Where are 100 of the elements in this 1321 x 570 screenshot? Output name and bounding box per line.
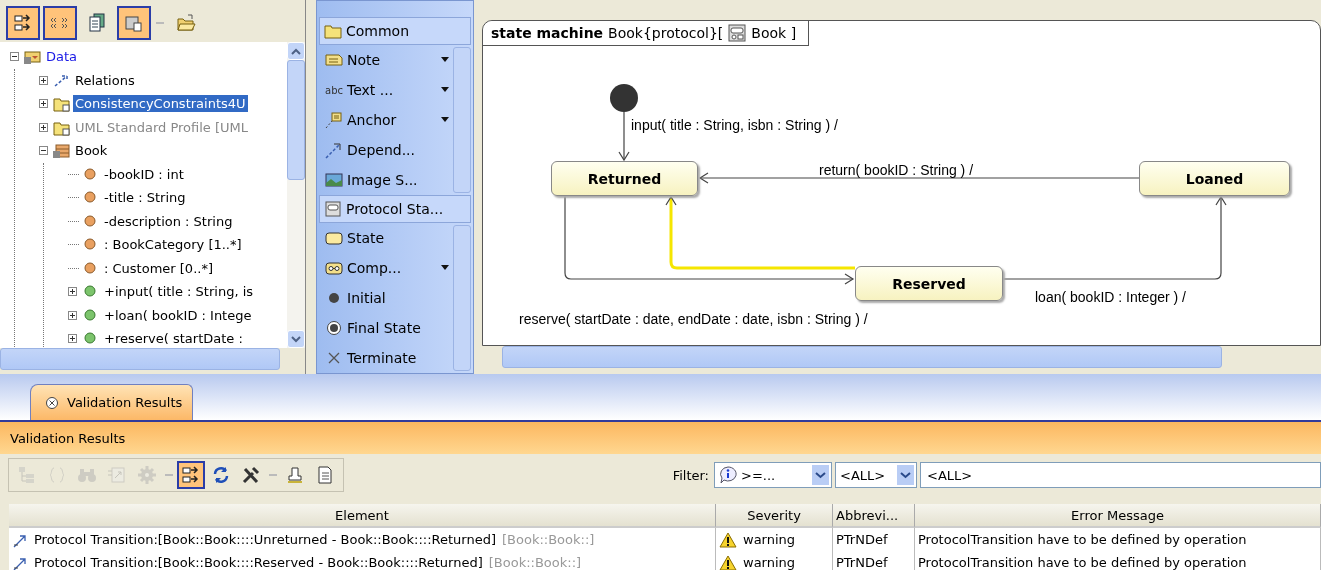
column-header[interactable]: Error Message <box>915 504 1321 528</box>
final-state-icon <box>325 319 343 337</box>
expand-icon[interactable] <box>39 75 48 85</box>
panel-header: Validation Results <box>0 422 1321 454</box>
table-cell: ProtocolTransition have to be defined by operation <box>915 528 1321 551</box>
state-node: Loaned <box>1139 161 1290 196</box>
initial-state <box>610 84 638 112</box>
severity-text: warning <box>743 555 796 570</box>
split-arrows-icon <box>181 465 201 485</box>
filter-field[interactable]: <ALL> <box>920 462 1321 488</box>
class-icon <box>53 142 70 160</box>
tree-item[interactable]: +input( title : String, is <box>102 283 256 301</box>
folder-icon <box>324 22 342 40</box>
expand-icon[interactable] <box>39 99 48 109</box>
scrollbar[interactable] <box>0 348 280 370</box>
dropdown[interactable]: >=... <box>714 462 832 488</box>
palette-item[interactable]: Initial <box>319 283 453 313</box>
state-machine-icon <box>728 24 747 42</box>
scrollbar[interactable] <box>502 346 1222 368</box>
warning-icon <box>719 531 737 548</box>
transition-label: return( bookID : String ) / <box>819 162 974 178</box>
tree-item[interactable]: -title : String <box>102 189 188 207</box>
guillemet-button[interactable] <box>43 6 77 40</box>
package-icon <box>124 13 144 33</box>
tools-icon <box>241 465 261 485</box>
table-cell: ProtocolTransition have to be defined by operation <box>915 551 1321 570</box>
scrollbar[interactable] <box>453 225 471 371</box>
scroll-thumb[interactable] <box>287 60 305 180</box>
image-icon <box>325 171 343 189</box>
element-text: Protocol Transition:[Book::Book::::Unreturned - Book::Book::::Returned] <box>34 532 496 547</box>
palette-item[interactable]: State <box>319 223 453 253</box>
scrollbar[interactable] <box>287 42 305 348</box>
transition-label: reserve( startDate : date, endDate : date, isbn : String ) / <box>519 311 868 327</box>
panel-tab[interactable]: Validation Results <box>30 384 194 420</box>
tree-item[interactable]: +loan( bookID : Intege <box>102 306 254 324</box>
folder-open-icon <box>176 13 196 33</box>
document-icon <box>315 465 335 485</box>
tree-item[interactable]: Data <box>44 48 80 66</box>
palette-item[interactable]: Image S... <box>319 165 453 195</box>
palette-group[interactable]: Protocol Sta... <box>319 195 471 223</box>
refresh-icon <box>211 465 231 485</box>
table-cell: PTrNDef <box>833 528 915 551</box>
gear-icon <box>137 465 157 485</box>
filter-label: Filter: <box>672 467 709 483</box>
anchor-icon <box>325 111 343 129</box>
tree-item[interactable]: : BookCategory [1..*] <box>102 236 244 254</box>
tree-item[interactable]: : Customer [0..*] <box>102 259 215 277</box>
hierarchy-icon <box>17 465 37 485</box>
attribute-dot-icon <box>82 165 99 183</box>
tree-item[interactable]: -bookID : int <box>102 165 186 183</box>
palette-item[interactable]: Depend... <box>319 135 453 165</box>
frame-context: Book ] <box>751 25 797 41</box>
attribute-dot-icon <box>82 259 99 277</box>
tree-item[interactable]: Relations <box>73 71 137 89</box>
state-node: Reserved <box>855 266 1003 301</box>
package-button[interactable] <box>117 6 151 40</box>
scroll-down-icon[interactable] <box>287 330 305 348</box>
table-cell: PTrNDef <box>833 551 915 570</box>
folder-icon <box>53 95 70 113</box>
state-node: Returned <box>551 161 698 196</box>
column-header[interactable]: Severity <box>716 504 833 528</box>
split-arrows-button[interactable] <box>6 6 40 40</box>
palette-item[interactable]: Anchor <box>319 105 453 135</box>
palette-item[interactable]: Terminate <box>319 343 453 373</box>
operation-dot-icon <box>82 306 99 324</box>
expand-icon[interactable] <box>68 334 77 344</box>
transition-label: loan( bookID : Integer ) / <box>1035 289 1186 305</box>
model-icon <box>24 48 41 66</box>
collapse-icon[interactable] <box>39 146 48 156</box>
tree-item[interactable]: Book <box>73 142 110 160</box>
expand-icon[interactable] <box>39 122 48 132</box>
scroll-up-icon[interactable] <box>287 42 305 60</box>
scrollbar[interactable] <box>453 47 471 193</box>
dependency-arrow-icon <box>325 141 343 159</box>
column-header[interactable]: Abbrevi... <box>833 504 915 528</box>
tree-item[interactable]: UML Standard Profile [UML <box>73 118 250 136</box>
palette-item[interactable]: Comp... <box>319 253 453 283</box>
expand-icon[interactable] <box>68 287 77 297</box>
frame-title: Book{protocol}[ <box>608 25 724 41</box>
palette-item[interactable]: abc Text ... <box>319 75 453 105</box>
tree-item[interactable]: +reserve( startDate : <box>102 330 245 348</box>
note-icon <box>325 51 343 69</box>
info-icon <box>719 466 737 484</box>
column-header[interactable]: Element <box>9 504 716 528</box>
owner-text: [Book::Book::] <box>488 555 582 570</box>
palette-group[interactable]: Common <box>319 17 471 45</box>
collapse-icon[interactable] <box>10 52 19 62</box>
owner-text: [Book::Book::] <box>502 532 595 547</box>
state-machine-icon <box>324 200 342 218</box>
palette-item[interactable]: Note <box>319 45 453 75</box>
palette-item[interactable]: Final State <box>319 313 453 343</box>
expand-icon[interactable] <box>68 310 77 320</box>
tree-item[interactable]: ConsistencyConstraints4U <box>73 95 248 113</box>
dropdown[interactable]: <ALL> <box>835 462 917 488</box>
split-arrows-button[interactable] <box>177 461 205 489</box>
document-stack-icon <box>87 13 107 33</box>
severity-text: warning <box>743 532 796 547</box>
tree-item[interactable]: -description : String <box>102 212 235 230</box>
stamp-icon <box>285 465 305 485</box>
split-arrows-icon <box>13 13 33 33</box>
